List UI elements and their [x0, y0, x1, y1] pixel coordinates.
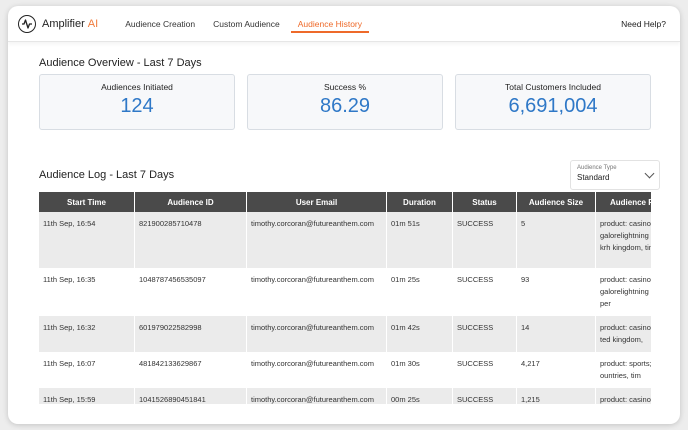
column-header-start-time[interactable]: Start Time: [39, 192, 135, 212]
cell-audience-params: product: casino; recent_g mgs_ballsgalor…: [596, 212, 651, 268]
select-label: Audience Type: [577, 165, 617, 171]
cell-audience-params: product: sports; winners: country all co…: [596, 352, 651, 388]
column-header-audience-id[interactable]: Audience ID: [135, 192, 247, 212]
top-nav: Amplifier AI Audience Creation Custom Aud…: [8, 6, 680, 42]
overview-title: Audience Overview - Last 7 Days: [39, 57, 202, 69]
cell-start-time: 11th Sep, 16:35: [39, 268, 135, 316]
cell-start-time: 11th Sep, 16:32: [39, 316, 135, 352]
table-row[interactable]: 11th Sep, 16:54 821900285710478 timothy.…: [39, 212, 651, 268]
cell-audience-params: product: casino; most_pl rickandmortystr…: [596, 388, 651, 404]
table-row[interactable]: 11th Sep, 15:59 1041526890451841 timothy…: [39, 388, 651, 404]
log-title: Audience Log - Last 7 Days: [39, 169, 175, 181]
cell-user-email: timothy.corcoran@futureanthem.com: [247, 212, 387, 268]
cell-status: SUCCESS: [453, 352, 517, 388]
table-row[interactable]: 11th Sep, 16:35 1048787456535097 timothy…: [39, 268, 651, 316]
cell-start-time: 11th Sep, 16:54: [39, 212, 135, 268]
cell-audience-size: 93: [517, 268, 596, 316]
cell-audience-id: 1041526890451841: [135, 388, 247, 404]
cell-user-email: timothy.corcoran@futureanthem.com: [247, 352, 387, 388]
cell-audience-id: 601979022582998: [135, 316, 247, 352]
cell-audience-id: 1048787456535097: [135, 268, 247, 316]
need-help-link[interactable]: Need Help?: [621, 6, 666, 42]
tab-custom-audience[interactable]: Custom Audience: [204, 6, 289, 42]
cell-start-time: 11th Sep, 15:59: [39, 388, 135, 404]
column-header-status[interactable]: Status: [453, 192, 517, 212]
app-name: Amplifier: [42, 17, 85, 30]
logo[interactable]: Amplifier AI: [18, 14, 99, 33]
cell-user-email: timothy.corcoran@futureanthem.com: [247, 268, 387, 316]
stat-label: Total Customers Included: [505, 82, 601, 92]
audience-log-table[interactable]: Start Time Audience ID User Email Durati…: [39, 192, 651, 404]
app-window: Amplifier AI Audience Creation Custom Aud…: [8, 6, 680, 424]
cell-audience-size: 1,215: [517, 388, 596, 404]
stat-card-audiences-initiated: Audiences Initiated 124: [39, 74, 235, 130]
cell-audience-id: 821900285710478: [135, 212, 247, 268]
cell-duration: 01m 51s: [387, 212, 453, 268]
tab-audience-creation[interactable]: Audience Creation: [116, 6, 204, 42]
cell-status: SUCCESS: [453, 316, 517, 352]
column-header-audience-size[interactable]: Audience Size: [517, 192, 596, 212]
audience-type-select[interactable]: Audience Type Standard: [570, 160, 660, 190]
cell-audience-size: 4,217: [517, 352, 596, 388]
cell-status: SUCCESS: [453, 268, 517, 316]
stat-card-total-customers: Total Customers Included 6,691,004: [455, 74, 651, 130]
app-name-accent: AI: [87, 17, 99, 30]
column-header-user-email[interactable]: User Email: [247, 192, 387, 212]
nav-tabs: Audience Creation Custom Audience Audien…: [116, 6, 371, 42]
cell-duration: 01m 42s: [387, 316, 453, 352]
stat-value: 124: [120, 95, 154, 117]
cell-audience-params: product: casino; recent_g country united…: [596, 316, 651, 352]
cell-duration: 01m 25s: [387, 268, 453, 316]
table-row[interactable]: 11th Sep, 16:32 601979022582998 timothy.…: [39, 316, 651, 352]
cell-duration: 00m 25s: [387, 388, 453, 404]
stat-card-success-rate: Success % 86.29: [247, 74, 443, 130]
tab-audience-history[interactable]: Audience History: [289, 6, 371, 42]
cell-audience-size: 14: [517, 316, 596, 352]
cell-user-email: timothy.corcoran@futureanthem.com: [247, 316, 387, 352]
table-header-row: Start Time Audience ID User Email Durati…: [39, 192, 651, 212]
stat-label: Audiences Initiated: [101, 82, 173, 92]
stat-value: 6,691,004: [508, 95, 598, 117]
cell-user-email: timothy.corcoran@futureanthem.com: [247, 388, 387, 404]
cell-duration: 01m 30s: [387, 352, 453, 388]
cell-status: SUCCESS: [453, 212, 517, 268]
overview-cards: Audiences Initiated 124 Success % 86.29 …: [39, 74, 651, 130]
cell-audience-params: product: casino; recent_g mgs_ballsgalor…: [596, 268, 651, 316]
main-content: Audience Overview - Last 7 Days Audience…: [39, 42, 660, 424]
column-header-audience-params[interactable]: Audience P: [596, 192, 651, 212]
table-row[interactable]: 11th Sep, 16:07 481842133629867 timothy.…: [39, 352, 651, 388]
stat-label: Success %: [323, 82, 367, 92]
stat-value: 86.29: [319, 95, 371, 117]
amplifier-logo-icon: [18, 14, 36, 33]
cell-audience-id: 481842133629867: [135, 352, 247, 388]
cell-start-time: 11th Sep, 16:07: [39, 352, 135, 388]
column-header-duration[interactable]: Duration: [387, 192, 453, 212]
cell-audience-size: 5: [517, 212, 596, 268]
select-value: Standard: [577, 173, 610, 182]
cell-status: SUCCESS: [453, 388, 517, 404]
